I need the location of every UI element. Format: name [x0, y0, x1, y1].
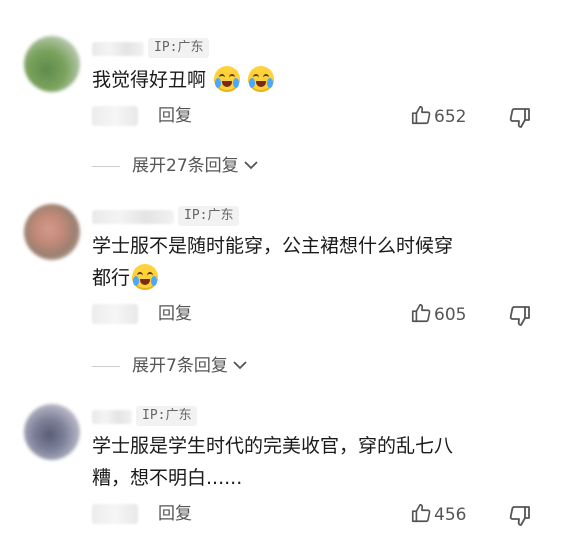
comment-text: 我觉得好丑啊 [92, 64, 542, 96]
chevron-down-icon [244, 161, 258, 170]
thumbs-down-icon[interactable] [508, 106, 532, 130]
comment-text-line: 都行 [92, 267, 131, 289]
timestamp-blurred [92, 106, 138, 126]
like-button[interactable]: 456 [410, 502, 466, 526]
thumbs-down-icon[interactable] [508, 304, 532, 328]
reply-button[interactable]: 回复 [158, 104, 192, 128]
avatar[interactable] [24, 204, 80, 260]
expand-replies-label: 展开7条回复 [132, 356, 228, 376]
expand-replies-button[interactable]: 展开7条回复 [92, 354, 248, 378]
comment-text-line: 学士服不是随时能穿，公主裙想什么时候穿 [92, 235, 454, 257]
ip-location-badge: IP:广东 [136, 406, 198, 426]
divider [92, 365, 120, 367]
thumbs-up-icon [411, 303, 431, 323]
chevron-down-icon [233, 361, 247, 370]
expand-replies-button[interactable]: 展开27条回复 [92, 154, 259, 178]
like-count: 605 [434, 305, 467, 325]
thumbs-down-icon[interactable] [508, 504, 532, 528]
timestamp-blurred [92, 304, 138, 324]
reply-button[interactable]: 回复 [158, 502, 192, 526]
laugh-cry-emoji-icon [214, 66, 241, 92]
thumbs-up-icon [411, 503, 431, 523]
avatar[interactable] [24, 404, 80, 460]
comment-text-line: 我觉得好丑啊 [92, 69, 207, 91]
laugh-cry-emoji-icon [248, 66, 275, 92]
username-blurred[interactable] [92, 42, 144, 56]
like-button[interactable]: 652 [410, 104, 466, 128]
timestamp-blurred [92, 504, 138, 524]
username-blurred[interactable] [92, 210, 174, 224]
ip-location-badge: IP:广东 [148, 38, 210, 58]
thumbs-up-icon [411, 105, 431, 125]
comment-text-line: 学士服是学生时代的完美收官，穿的乱七八 [92, 435, 454, 457]
comment-text-line: 糟，想不明白...... [92, 467, 243, 489]
comment-text: 学士服不是随时能穿，公主裙想什么时候穿 都行 [92, 230, 542, 294]
reply-button[interactable]: 回复 [158, 302, 192, 326]
divider [92, 165, 120, 167]
laugh-cry-emoji-icon [132, 264, 159, 290]
comment-text: 学士服是学生时代的完美收官，穿的乱七八 糟，想不明白...... [92, 430, 542, 494]
expand-replies-label: 展开27条回复 [132, 156, 239, 176]
avatar[interactable] [24, 36, 80, 92]
like-count: 456 [434, 505, 467, 525]
username-blurred[interactable] [92, 410, 132, 424]
ip-location-badge: IP:广东 [178, 206, 240, 226]
like-count: 652 [434, 107, 467, 127]
like-button[interactable]: 605 [410, 302, 466, 326]
